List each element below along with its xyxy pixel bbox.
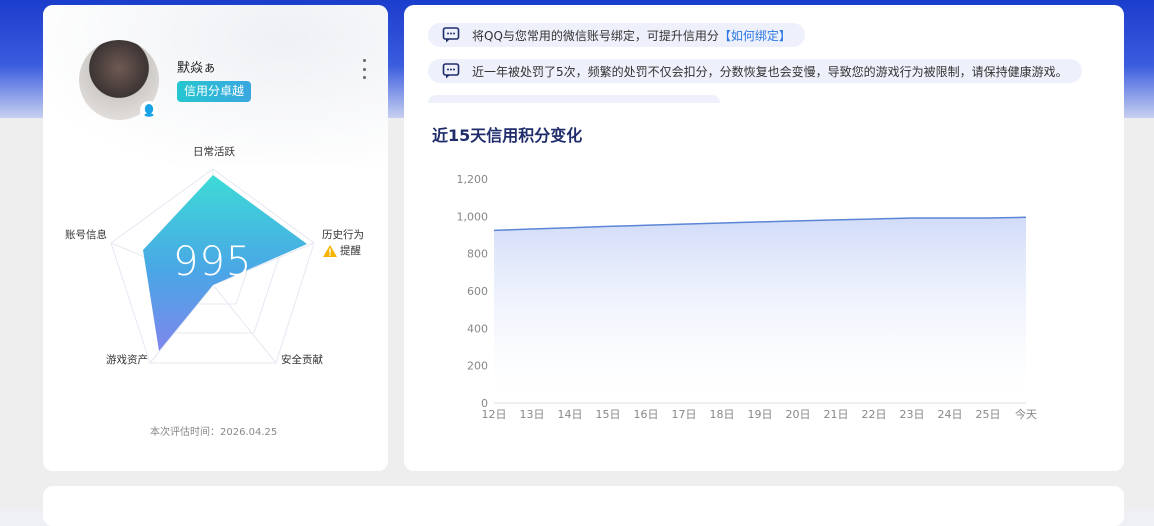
x-tick-label: 25日 [976,408,1001,421]
how-to-bind-link[interactable]: 【如何绑定】 [719,27,791,44]
radar-label-security: 安全贡献 [281,352,323,367]
username: 默焱ぁ [177,57,216,76]
credit-chart-card: 将QQ与您常用的微信账号绑定，可提升信用分 【如何绑定】 近一年被处罚了5次，频… [404,5,1124,471]
chart-title: 近15天信用积分变化 [432,122,582,146]
warning-badge: 提醒 [323,243,361,258]
x-tick-label: 14日 [558,408,583,421]
notice-bind-wechat: 将QQ与您常用的微信账号绑定，可提升信用分 【如何绑定】 [428,23,805,47]
notice-text: 近一年被处罚了5次，频繁的处罚不仅会扣分，分数恢复也会变慢，导致您的游戏行为被限… [472,63,1068,80]
x-tick-label: 24日 [938,408,963,421]
radar-label-assets: 游戏资产 [106,352,148,367]
radar-label-daily: 日常活跃 [193,144,235,159]
x-tick-label: 17日 [672,408,697,421]
radar-label-history: 历史行为 [322,227,364,242]
x-tick-label: 16日 [634,408,659,421]
more-icon[interactable] [361,59,367,79]
warning-icon [323,245,337,257]
credit-line-chart: 1,2001,0008006004002000 12日13日14日15日16日1… [404,155,1124,435]
x-tick-label: 21日 [824,408,849,421]
lower-card [43,486,1124,526]
x-tick-label: 12日 [482,408,507,421]
y-tick-label: 1,200 [457,173,489,186]
x-tick-label: 20日 [786,408,811,421]
x-tick-label: 22日 [862,408,887,421]
radar-label-account: 账号信息 [65,227,107,242]
x-tick-label: 13日 [520,408,545,421]
notice-text: 将QQ与您常用的微信账号绑定，可提升信用分 [472,27,719,44]
notice-overflow-hint [428,95,720,103]
notice-penalty: 近一年被处罚了5次，频繁的处罚不仅会扣分，分数恢复也会变慢，导致您的游戏行为被限… [428,59,1082,83]
x-tick-label: 19日 [748,408,773,421]
evaluation-time: 本次评估时间：2026.04.25 [150,423,277,438]
y-tick-label: 200 [467,360,488,373]
y-tick-label: 800 [467,248,488,261]
y-tick-label: 1,000 [457,210,489,223]
x-tick-label: 今天 [1015,407,1037,421]
y-tick-label: 400 [467,322,488,335]
warning-label: 提醒 [340,243,361,258]
credit-level-badge: 信用分卓越 [177,81,251,102]
y-tick-label: 600 [467,285,488,298]
qq-penguin-icon [140,101,158,119]
x-tick-label: 23日 [900,408,925,421]
x-tick-label: 15日 [596,408,621,421]
message-icon [442,26,460,44]
x-tick-label: 18日 [710,408,735,421]
message-icon [442,62,460,80]
credit-profile-card: 默焱ぁ 信用分卓越 日常活跃 历史行为 提醒 [43,5,388,471]
chart-area [494,217,1026,403]
credit-score: 995 [173,239,252,285]
